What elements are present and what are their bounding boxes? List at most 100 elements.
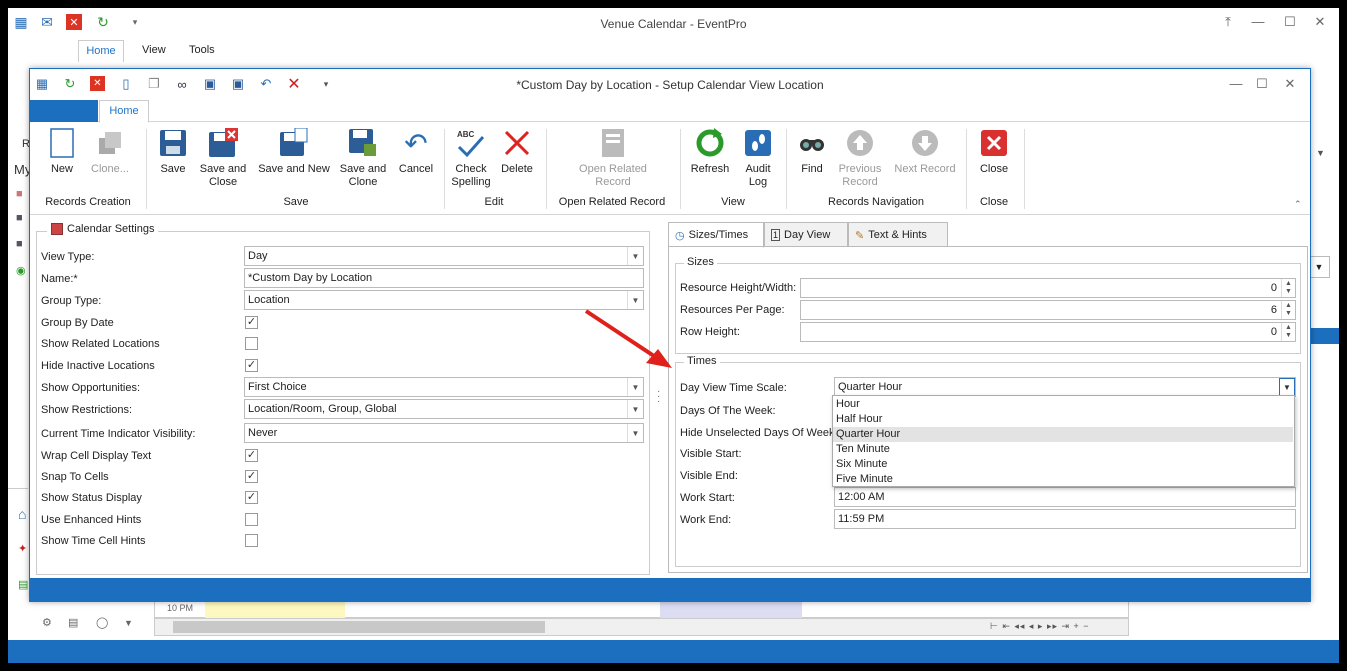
save-new-icon xyxy=(278,127,310,159)
dialog-minimize-icon[interactable]: — xyxy=(1226,76,1246,94)
dialog-tab-home[interactable]: Home xyxy=(99,100,149,123)
outer-tab-view[interactable]: View xyxy=(142,44,166,56)
spin-arrows-icon[interactable]: ▲ ▼ xyxy=(1281,301,1295,319)
group-by-date-checkbox[interactable]: ✓ xyxy=(245,316,258,329)
time-indicator-select[interactable]: Never ▼ xyxy=(244,423,644,443)
dialog-close-icon[interactable]: ✕ xyxy=(1280,76,1300,94)
ribbon-separator xyxy=(1024,129,1025,209)
close-ribbon-button[interactable]: Close xyxy=(976,127,1012,176)
show-related-checkbox[interactable] xyxy=(245,337,258,350)
bg-home-icon[interactable]: ⌂ xyxy=(18,506,26,522)
new-button-label: New xyxy=(50,163,73,175)
maximize-icon[interactable]: ☐ xyxy=(1280,14,1300,32)
open-related-record-button[interactable]: Open Related Record xyxy=(570,127,656,189)
tab-day-view[interactable]: 1 Day View xyxy=(764,222,848,247)
chevron-down-icon: ▼ xyxy=(627,247,643,265)
view-type-select[interactable]: Day ▼ xyxy=(244,246,644,266)
show-restrictions-select[interactable]: Location/Room, Group, Global ▼ xyxy=(244,399,644,419)
row-height-value: 0 xyxy=(1270,326,1277,338)
next-record-button[interactable]: Next Record xyxy=(892,127,958,176)
name-field[interactable]: *Custom Day by Location xyxy=(244,268,644,288)
bg-right-combo[interactable]: ▼ xyxy=(1308,256,1330,278)
cancel-button[interactable]: ↶ Cancel xyxy=(396,127,436,176)
time-cell-hints-checkbox[interactable] xyxy=(245,534,258,547)
bg-scroll-thumb[interactable] xyxy=(173,621,545,633)
option-quarter-hour[interactable]: Quarter Hour xyxy=(833,427,1293,442)
bg-pin-icon[interactable]: ✦ xyxy=(18,542,27,555)
work-start-field[interactable]: 12:00 AM xyxy=(834,487,1296,507)
clock-icon: ◷ xyxy=(675,230,685,242)
option-ten-minute[interactable]: Ten Minute xyxy=(833,442,1293,457)
bg-time-label: 10 PM xyxy=(167,603,194,613)
find-button[interactable]: Find xyxy=(794,127,830,176)
time-scale-value: Quarter Hour xyxy=(838,381,903,393)
row-height-spin[interactable]: 0 ▲ ▼ xyxy=(800,322,1296,342)
resource-hw-spin[interactable]: 0 ▲ ▼ xyxy=(800,278,1296,298)
ribbon-collapse-icon[interactable]: ⌃ xyxy=(1294,199,1302,210)
time-scale-dropdown: Hour Half Hour Quarter Hour Ten Minute S… xyxy=(832,395,1295,487)
option-half-hour[interactable]: Half Hour xyxy=(833,412,1293,427)
bg-nav-buttons[interactable]: ⊢ ⇤ ◂◂ ◂ ▸ ▸▸ ⇥ + − xyxy=(990,621,1090,632)
save-clone-button[interactable]: Save and Clone xyxy=(338,127,388,189)
bg-divider xyxy=(8,488,28,489)
save-new-button[interactable]: Save and New xyxy=(256,127,332,176)
spin-arrows-icon[interactable]: ▲ ▼ xyxy=(1281,323,1295,341)
minimize-icon[interactable]: — xyxy=(1248,14,1268,32)
pin-icon[interactable]: ⤒ xyxy=(1218,14,1238,32)
bg-tool-icon[interactable]: ⚙ xyxy=(42,616,52,629)
sizes-legend: Sizes xyxy=(684,256,717,268)
show-restrictions-value: Location/Room, Group, Global xyxy=(248,403,397,415)
days-of-week-label: Days Of The Week: xyxy=(680,405,776,417)
enhanced-hints-label: Use Enhanced Hints xyxy=(41,514,142,526)
show-opportunities-label: Show Opportunities: xyxy=(41,382,141,394)
status-display-checkbox[interactable]: ✓ xyxy=(245,491,258,504)
option-five-minute[interactable]: Five Minute xyxy=(833,472,1293,487)
show-opportunities-select[interactable]: First Choice ▼ xyxy=(244,377,644,397)
arrow-up-circle-icon xyxy=(844,127,876,159)
previous-record-button[interactable]: Previous Record xyxy=(836,127,884,189)
dialog-app-logo[interactable] xyxy=(30,100,98,122)
bg-chevron-down-icon[interactable]: ▼ xyxy=(124,618,133,628)
status-display-label: Show Status Display xyxy=(41,492,142,504)
wrap-text-checkbox[interactable]: ✓ xyxy=(245,449,258,462)
refresh-button[interactable]: Refresh xyxy=(688,127,732,176)
hide-inactive-checkbox[interactable]: ✓ xyxy=(245,359,258,372)
splitter-handle[interactable]: · · · xyxy=(657,387,660,407)
group-type-label: Group Type: xyxy=(41,295,102,307)
save-button[interactable]: Save xyxy=(156,127,190,176)
bg-chat-icon[interactable]: ◯ xyxy=(96,616,108,629)
snap-checkbox[interactable]: ✓ xyxy=(245,470,258,483)
bg-clock-icon: ◉ xyxy=(16,265,26,277)
audit-log-button[interactable]: Audit Log xyxy=(738,127,778,189)
bg-right-chevron-icon[interactable]: ▼ xyxy=(1316,148,1336,162)
work-end-field[interactable]: 11:59 PM xyxy=(834,509,1296,529)
tab-text-hints[interactable]: ✎ Text & Hints xyxy=(848,222,948,247)
save-close-button[interactable]: Save and Close xyxy=(198,127,248,189)
resources-per-page-value: 6 xyxy=(1270,304,1277,316)
resources-per-page-spin[interactable]: 6 ▲ ▼ xyxy=(800,300,1296,320)
outer-tab-home[interactable]: Home xyxy=(78,40,124,62)
spin-arrows-icon[interactable]: ▲ ▼ xyxy=(1281,279,1295,297)
delete-button[interactable]: Delete xyxy=(496,127,538,176)
time-scale-select[interactable]: Quarter Hour ▼ xyxy=(834,377,1296,397)
option-hour[interactable]: Hour xyxy=(833,397,1293,412)
outer-tab-tools[interactable]: Tools xyxy=(189,44,215,56)
time-indicator-label: Current Time Indicator Visibility: xyxy=(41,428,196,440)
view-type-label: View Type: xyxy=(41,251,95,263)
enhanced-hints-checkbox[interactable] xyxy=(245,513,258,526)
close-window-icon[interactable]: ✕ xyxy=(1310,14,1330,32)
ribbon-separator xyxy=(444,129,445,209)
clone-button[interactable]: Clone... xyxy=(88,127,132,176)
bg-doc2-icon[interactable]: ▤ xyxy=(68,616,78,629)
delete-button-label: Delete xyxy=(501,163,533,175)
tab-sizes-times[interactable]: ◷ Sizes/Times xyxy=(668,222,764,248)
bg-cell-yellow xyxy=(205,601,345,618)
option-six-minute[interactable]: Six Minute xyxy=(833,457,1293,472)
group-open-related-record: Open Related Record xyxy=(558,196,666,208)
bg-sheet-icon[interactable]: ▤ xyxy=(18,578,28,591)
dialog-maximize-icon[interactable]: ☐ xyxy=(1252,76,1272,94)
new-button[interactable]: New xyxy=(44,127,80,176)
wrap-text-label: Wrap Cell Display Text xyxy=(41,450,152,462)
bg-scrollbar[interactable]: ⊢ ⇤ ◂◂ ◂ ▸ ▸▸ ⇥ + − xyxy=(154,618,1129,636)
check-spelling-button[interactable]: ABC Check Spelling xyxy=(450,127,492,189)
